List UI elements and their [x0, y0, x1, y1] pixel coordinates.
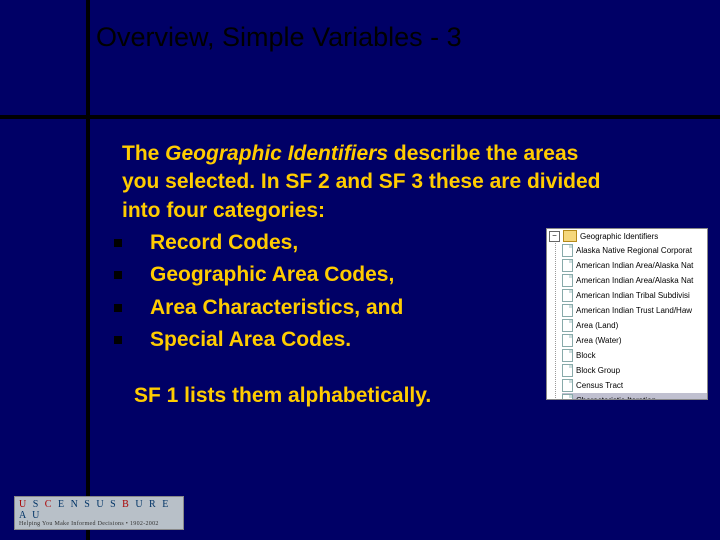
tree-item-label: American Indian Trust Land/Haw — [576, 306, 692, 315]
bullet-text: Record Codes, — [150, 231, 298, 254]
tree-panel[interactable]: − Geographic Identifiers Alaska Native R… — [546, 228, 708, 400]
bullet-square-icon — [114, 304, 122, 312]
vertical-divider — [86, 0, 90, 540]
document-icon — [562, 259, 573, 272]
intro-italic: Geographic Identifiers — [165, 142, 388, 165]
tree-item[interactable]: Block Group — [562, 363, 707, 378]
tree-item[interactable]: American Indian Trust Land/Haw — [562, 303, 707, 318]
tree-children: Alaska Native Regional Corporat American… — [555, 243, 707, 400]
horizontal-divider — [0, 115, 720, 119]
bullet-text: Geographic Area Codes, — [150, 263, 394, 286]
tree-root[interactable]: − Geographic Identifiers — [547, 229, 707, 243]
tree-item-label: American Indian Area/Alaska Nat — [576, 276, 693, 285]
document-icon — [562, 379, 573, 392]
tree-item-selected[interactable]: Characteristic Iteration — [562, 393, 707, 400]
tree-item[interactable]: American Indian Tribal Subdivisi — [562, 288, 707, 303]
tree-item-label: American Indian Area/Alaska Nat — [576, 261, 693, 270]
intro-paragraph: The Geographic Identifiers describe the … — [122, 140, 602, 225]
document-icon — [562, 364, 573, 377]
tree-root-label: Geographic Identifiers — [580, 232, 658, 241]
logo-sub-text: Helping You Make Informed Decisions • 19… — [19, 521, 179, 527]
document-icon — [562, 349, 573, 362]
bullet-square-icon — [114, 239, 122, 247]
tree-item[interactable]: American Indian Area/Alaska Nat — [562, 273, 707, 288]
tree-item[interactable]: American Indian Area/Alaska Nat — [562, 258, 707, 273]
tree-item-label: Block Group — [576, 366, 620, 375]
collapse-icon[interactable]: − — [549, 231, 560, 242]
tree-item-label: Characteristic Iteration — [576, 396, 656, 400]
tree-item[interactable]: Census Tract — [562, 378, 707, 393]
document-icon — [562, 319, 573, 332]
bullet-text: Special Area Codes. — [150, 328, 351, 351]
logo-main-text: U S C E N S U S B U R E A U — [19, 499, 179, 521]
tree-item-label: Area (Water) — [576, 336, 622, 345]
bullet-square-icon — [114, 336, 122, 344]
bullet-square-icon — [114, 271, 122, 279]
intro-pre: The — [122, 142, 165, 165]
tree-item-label: Area (Land) — [576, 321, 618, 330]
tree-item[interactable]: Area (Water) — [562, 333, 707, 348]
slide: Overview, Simple Variables - 3 The Geogr… — [0, 0, 720, 540]
document-icon — [562, 274, 573, 287]
tree-item-label: Alaska Native Regional Corporat — [576, 246, 692, 255]
tree-item-label: Census Tract — [576, 381, 623, 390]
tree-item[interactable]: Alaska Native Regional Corporat — [562, 243, 707, 258]
tree-item[interactable]: Area (Land) — [562, 318, 707, 333]
tree-item[interactable]: Block — [562, 348, 707, 363]
census-logo: U S C E N S U S B U R E A U Helping You … — [14, 496, 184, 530]
tree-item-label: American Indian Tribal Subdivisi — [576, 291, 690, 300]
document-icon — [562, 334, 573, 347]
folder-icon — [563, 230, 577, 242]
bullet-text: Area Characteristics, and — [150, 296, 403, 319]
slide-title: Overview, Simple Variables - 3 — [96, 22, 462, 53]
document-icon — [562, 289, 573, 302]
document-icon — [562, 304, 573, 317]
document-icon — [562, 244, 573, 257]
tree-item-label: Block — [576, 351, 596, 360]
document-icon — [562, 394, 573, 400]
